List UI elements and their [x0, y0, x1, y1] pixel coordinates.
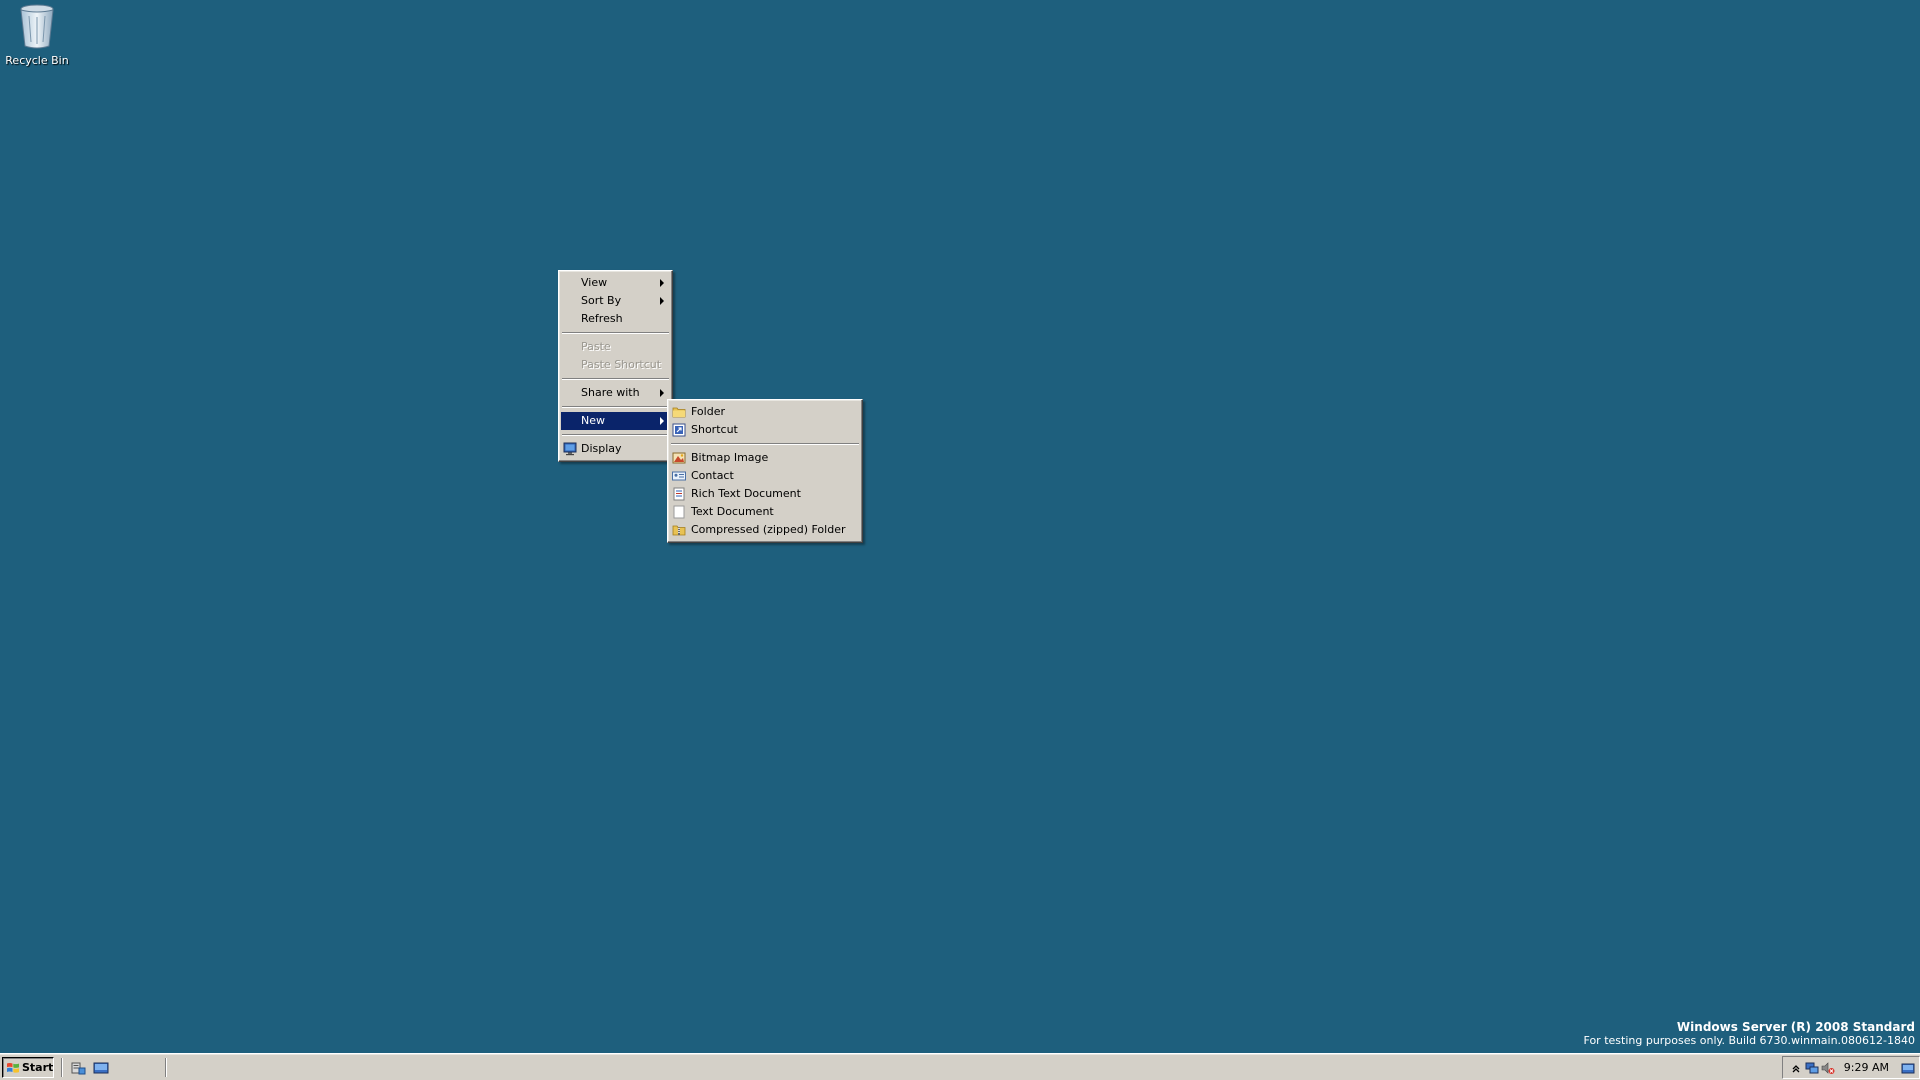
- taskbar-separator: [165, 1058, 167, 1077]
- watermark-edition: Windows Server (R) 2008 Standard: [1676, 1020, 1915, 1034]
- shortcut-icon: [672, 423, 686, 437]
- menu-separator: [562, 332, 669, 334]
- volume-muted-icon[interactable]: [1821, 1061, 1835, 1075]
- menu-item-new[interactable]: New: [561, 412, 670, 430]
- start-label: Start: [22, 1061, 54, 1074]
- bitmap-icon: [672, 452, 686, 464]
- menu-item-label: Contact: [691, 469, 734, 482]
- menu-item-sort-by[interactable]: Sort By: [561, 292, 670, 310]
- submenu-item-contact[interactable]: Contact: [670, 467, 860, 485]
- menu-item-refresh[interactable]: Refresh: [561, 310, 670, 328]
- submenu-item-bitmap-image[interactable]: Bitmap Image: [670, 449, 860, 467]
- network-icon[interactable]: [1805, 1061, 1819, 1075]
- os-watermark: Windows Server (R) 2008 Standard For tes…: [1584, 1020, 1915, 1047]
- menu-item-label: Refresh: [581, 312, 623, 325]
- rich-text-icon: [673, 487, 685, 501]
- menu-item-label: Paste: [581, 340, 611, 353]
- submenu-arrow-icon: [660, 279, 664, 287]
- submenu-item-compressed-folder[interactable]: Compressed (zipped) Folder: [670, 521, 860, 539]
- menu-item-label: Rich Text Document: [691, 487, 801, 500]
- show-desktop-tray-icon[interactable]: [1901, 1061, 1915, 1075]
- desktop-context-menu: View Sort By Refresh Paste Paste Shortcu…: [558, 270, 673, 462]
- menu-item-view[interactable]: View: [561, 274, 670, 292]
- desktop-icon-recycle-bin[interactable]: Recycle Bin: [4, 2, 70, 67]
- new-submenu: Folder Shortcut Bitmap Image Contact Ric…: [667, 399, 863, 543]
- server-manager-icon[interactable]: [70, 1060, 86, 1076]
- menu-item-paste-shortcut: Paste Shortcut: [561, 356, 670, 374]
- menu-item-display[interactable]: Display: [561, 440, 670, 458]
- menu-item-label: Folder: [691, 405, 725, 418]
- show-hidden-icons-icon[interactable]: [1789, 1061, 1803, 1075]
- contact-icon: [672, 471, 686, 481]
- menu-separator: [562, 434, 669, 436]
- text-document-icon: [673, 505, 685, 519]
- submenu-item-shortcut[interactable]: Shortcut: [670, 421, 860, 439]
- menu-separator: [562, 406, 669, 408]
- menu-item-label: Share with: [581, 386, 640, 399]
- menu-item-label: View: [581, 276, 608, 289]
- submenu-item-rich-text-document[interactable]: Rich Text Document: [670, 485, 860, 503]
- windows-flag-icon: [7, 1063, 19, 1073]
- taskbar-clock[interactable]: 9:29 AM: [1844, 1061, 1889, 1074]
- menu-item-paste: Paste: [561, 338, 670, 356]
- display-icon: [563, 442, 577, 456]
- taskbar-separator: [61, 1058, 63, 1077]
- menu-item-label: Display: [581, 442, 622, 455]
- start-button[interactable]: Start: [2, 1057, 54, 1078]
- submenu-arrow-icon: [660, 417, 664, 425]
- system-tray: 9:29 AM: [1782, 1056, 1920, 1079]
- menu-item-label: Shortcut: [691, 423, 738, 436]
- menu-item-label: Bitmap Image: [691, 451, 769, 464]
- recycle-bin-icon: [20, 4, 54, 49]
- zipped-folder-icon: [672, 525, 686, 536]
- submenu-arrow-icon: [660, 389, 664, 397]
- menu-item-label: Compressed (zipped) Folder: [691, 523, 846, 536]
- menu-item-label: Sort By: [581, 294, 622, 307]
- menu-separator: [671, 443, 859, 445]
- watermark-build: For testing purposes only. Build 6730.wi…: [1583, 1034, 1915, 1047]
- menu-separator: [562, 378, 669, 380]
- submenu-item-folder[interactable]: Folder: [670, 403, 860, 421]
- taskbar: Start 9:29 AM: [0, 1053, 1920, 1080]
- submenu-item-text-document[interactable]: Text Document: [670, 503, 860, 521]
- menu-item-label: Paste Shortcut: [581, 358, 662, 371]
- desktop-icon-label: Recycle Bin: [5, 54, 69, 67]
- submenu-arrow-icon: [660, 297, 664, 305]
- folder-icon: [672, 407, 686, 418]
- show-desktop-icon[interactable]: [93, 1060, 109, 1076]
- menu-item-share-with[interactable]: Share with: [561, 384, 670, 402]
- menu-item-label: New: [581, 414, 605, 427]
- menu-item-label: Text Document: [691, 505, 774, 518]
